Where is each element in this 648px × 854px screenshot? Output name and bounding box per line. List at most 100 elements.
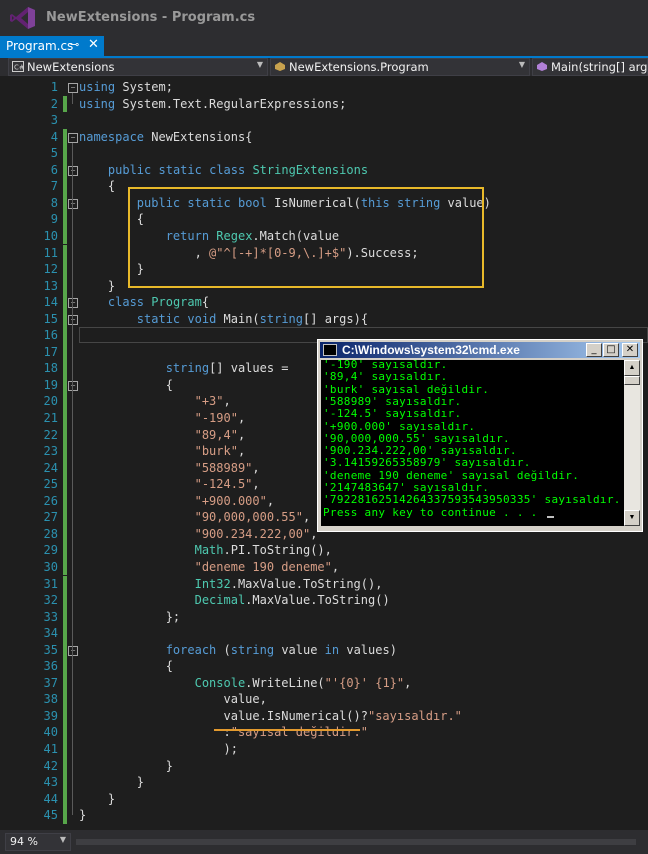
- console-line: '90,000,000.55' sayısaldır.: [323, 431, 510, 445]
- code-line[interactable]: 29 Math.PI.ToString(),: [0, 542, 648, 559]
- change-marker: [63, 691, 67, 708]
- change-marker: [63, 641, 67, 659]
- minimize-button[interactable]: _: [586, 343, 602, 357]
- maximize-button[interactable]: □: [603, 343, 619, 357]
- line-number: 7: [50, 179, 58, 194]
- zoom-dropdown[interactable]: 94 % ▼: [5, 833, 71, 851]
- console-line: '900.234.222,00' sayısaldır.: [323, 444, 517, 458]
- line-number: 29: [43, 543, 58, 558]
- console-line: '89,4' sayısaldır.: [323, 370, 448, 384]
- code-line[interactable]: 43 }: [0, 774, 648, 791]
- collapse-icon[interactable]: −: [68, 132, 78, 143]
- code-line[interactable]: 39 value.IsNumerical()?"sayısaldır.": [0, 707, 648, 725]
- code-line[interactable]: 38 value,: [0, 691, 648, 708]
- line-number: 19: [43, 377, 58, 392]
- console-line: '588989' sayısaldır.: [323, 394, 462, 408]
- code-text: }: [79, 808, 87, 823]
- collapse-icon[interactable]: −: [68, 83, 78, 93]
- console-scrollbar[interactable]: ▲ ▼: [624, 360, 640, 526]
- tab-program-cs[interactable]: Program.cs ⊸ ✕: [0, 36, 104, 56]
- console-title-bar[interactable]: C:\Windows\system32\cmd.exe _ □ ✕: [320, 342, 640, 358]
- line-number: 10: [43, 228, 58, 243]
- tab-label: Program.cs: [6, 39, 74, 53]
- change-marker: [63, 443, 67, 460]
- code-line[interactable]: 37 Console.WriteLine("'{0}' {1}",: [0, 674, 648, 692]
- collapse-icon[interactable]: −: [68, 198, 78, 209]
- line-number: 11: [43, 245, 58, 260]
- code-text: "900.234.222,00",: [194, 526, 318, 541]
- line-number: 5: [50, 146, 58, 161]
- collapse-icon[interactable]: −: [68, 165, 78, 176]
- close-button[interactable]: ✕: [622, 343, 638, 357]
- code-line[interactable]: 33 };: [0, 608, 648, 626]
- change-marker: [63, 542, 67, 559]
- console-output: '-190' sayısaldır. '89,4' sayısaldır.'bur…: [321, 360, 624, 526]
- change-marker: [63, 707, 67, 725]
- editor-status-bar: 94 % ▼: [0, 830, 648, 854]
- code-line[interactable]: 6− public static class StringExtensions: [0, 161, 648, 179]
- code-text: using System.Text.RegularExpressions;: [79, 96, 347, 111]
- code-line[interactable]: 44 }: [0, 790, 648, 808]
- scroll-thumb[interactable]: [624, 376, 640, 385]
- code-line[interactable]: 45}: [0, 807, 648, 824]
- change-marker: [63, 261, 67, 278]
- outline-guide: [72, 655, 73, 766]
- line-number: 3: [50, 113, 58, 128]
- code-line[interactable]: 34: [0, 625, 648, 642]
- scroll-down-button[interactable]: ▼: [624, 510, 640, 526]
- line-number: 15: [43, 311, 58, 326]
- console-app-icon: [323, 344, 337, 356]
- line-number: 20: [43, 394, 58, 409]
- class-dropdown[interactable]: NewExtensions.Program ▼: [270, 58, 530, 76]
- horizontal-scrollbar[interactable]: [76, 839, 636, 845]
- code-text: using System;: [79, 80, 173, 94]
- code-line[interactable]: 30 "deneme 190 deneme",: [0, 558, 648, 576]
- member-dropdown[interactable]: Main(string[] args): [532, 58, 648, 76]
- line-number: 41: [43, 742, 58, 756]
- code-line[interactable]: 31 Int32.MaxValue.ToString(),: [0, 575, 648, 592]
- line-number: 22: [43, 427, 58, 442]
- console-window[interactable]: C:\Windows\system32\cmd.exe _ □ ✕ '-190'…: [317, 339, 643, 532]
- line-number: 32: [43, 593, 58, 608]
- collapse-icon[interactable]: −: [68, 314, 78, 325]
- console-line: '2147483647' sayısaldır.: [323, 481, 490, 494]
- code-text: "-190",: [194, 411, 246, 425]
- change-marker: [63, 774, 67, 791]
- code-line[interactable]: 36 {: [0, 658, 648, 675]
- console-cursor: [547, 516, 554, 518]
- code-text: foreach (string value in values): [165, 642, 397, 657]
- line-number: 25: [43, 477, 58, 492]
- collapse-icon[interactable]: −: [68, 298, 78, 309]
- code-line[interactable]: 3: [0, 112, 648, 129]
- code-line[interactable]: 42 }: [0, 757, 648, 775]
- document-tab-strip: Program.cs ⊸ ✕: [0, 36, 648, 58]
- code-line[interactable]: 4− namespace NewExtensions{: [0, 128, 648, 146]
- change-marker: [63, 790, 67, 808]
- line-number: 16: [43, 328, 58, 343]
- code-line[interactable]: 14− class Program{: [0, 294, 648, 311]
- code-line[interactable]: 35− foreach (string value in values): [0, 641, 648, 659]
- code-line[interactable]: 15− static void Main(string[] args){: [0, 310, 648, 328]
- code-text: }: [79, 758, 173, 773]
- change-marker: [63, 625, 67, 642]
- close-icon[interactable]: ✕: [88, 37, 99, 52]
- highlight-underline: [214, 729, 360, 731]
- code-line[interactable]: 2 using System.Text.RegularExpressions;: [0, 95, 648, 113]
- collapse-icon[interactable]: −: [68, 645, 78, 656]
- line-number: 23: [43, 444, 58, 459]
- highlight-box: [128, 187, 484, 288]
- code-line[interactable]: 32 Decimal.MaxValue.ToString(): [0, 592, 648, 609]
- outline-guide: [72, 390, 73, 617]
- code-line[interactable]: 1− using System;: [0, 79, 648, 96]
- window-title: NewExtensions - Program.cs: [46, 10, 256, 25]
- collapse-icon[interactable]: −: [68, 380, 78, 391]
- code-line[interactable]: 5: [0, 145, 648, 162]
- code-text: "+900.000",: [194, 493, 275, 508]
- code-line[interactable]: 41 );: [0, 741, 648, 758]
- pin-icon[interactable]: ⊸: [70, 38, 79, 51]
- code-line[interactable]: 40 :"sayısal değildir.": [0, 724, 648, 741]
- change-marker: [63, 294, 67, 311]
- line-number: 4: [50, 129, 58, 144]
- project-dropdown[interactable]: C# NewExtensions ▼: [8, 58, 268, 76]
- scroll-up-button[interactable]: ▲: [624, 360, 640, 376]
